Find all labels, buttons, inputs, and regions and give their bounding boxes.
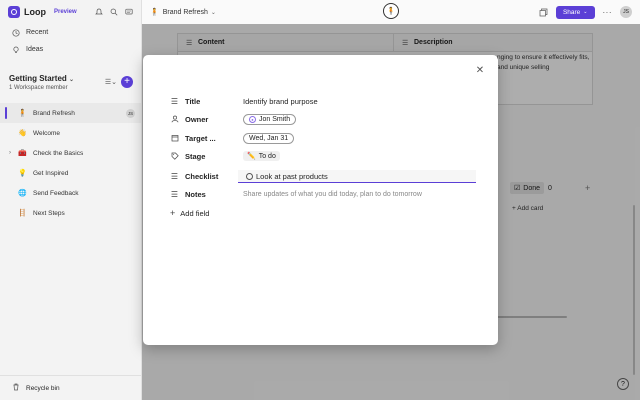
page-item-check-the-basics[interactable]: › 🧰 Check the Basics	[0, 143, 141, 163]
wave-icon: 👋	[18, 130, 27, 137]
target-date-value[interactable]: Wed, Jan 31	[243, 131, 295, 145]
stage-label: To do	[258, 152, 276, 160]
more-options-icon[interactable]: ···	[603, 8, 613, 17]
lightbulb-icon	[12, 46, 20, 54]
sidebar-header: Loop Preview	[0, 0, 141, 24]
collaborator-avatar[interactable]: 🧍	[383, 3, 399, 19]
calendar-icon	[170, 134, 179, 143]
page-label: Send Feedback	[33, 189, 79, 197]
checklist-input[interactable]: Look at past products	[238, 170, 476, 183]
nav-recent[interactable]: Recent	[0, 24, 141, 41]
person-icon: 🧍	[150, 9, 159, 16]
search-icon[interactable]	[110, 8, 118, 16]
title-value[interactable]: Identify brand purpose	[243, 94, 318, 108]
chevron-right-icon[interactable]: ›	[9, 150, 11, 156]
notes-input[interactable]: Share updates of what you did today, pla…	[243, 187, 422, 201]
page-list: 🧍 Brand Refresh JS 👋 Welcome › 🧰 Check t…	[0, 103, 141, 223]
text-lines-icon: ☰	[170, 96, 179, 106]
person-icon: 🧍	[18, 110, 27, 117]
field-label: Target ...	[185, 133, 216, 143]
task-card-dialog: ✕ ☰ Title Identify brand purpose Owner ●…	[143, 55, 498, 345]
owner-value[interactable]: ● Jon Smith	[243, 112, 297, 126]
workspace-header[interactable]: Getting Started ⌄ 1 Workspace member ☰⌄ …	[0, 74, 141, 91]
chevron-down-icon: ⌄	[69, 77, 75, 83]
field-label: Title	[185, 96, 201, 106]
add-field-button[interactable]: + Add field	[170, 208, 209, 218]
page-item-welcome[interactable]: 👋 Welcome	[0, 123, 141, 143]
page-item-send-feedback[interactable]: 🌐 Send Feedback	[0, 183, 141, 203]
field-label: Notes	[185, 189, 206, 199]
page-label: Brand Refresh	[33, 109, 75, 117]
breadcrumb[interactable]: 🧍 Brand Refresh ⌄	[150, 8, 216, 17]
date-chip[interactable]: Wed, Jan 31	[243, 132, 295, 144]
field-title: ☰ Title	[170, 94, 246, 108]
page-label: Next Steps	[33, 209, 65, 217]
bell-icon[interactable]	[95, 8, 103, 16]
field-label: Owner	[185, 114, 209, 124]
lightbulb-icon: 💡	[18, 170, 27, 177]
recycle-bin[interactable]: Recycle bin	[0, 375, 141, 400]
share-button[interactable]: Share ⌄	[555, 5, 595, 19]
ladder-icon: 🪜	[18, 210, 27, 217]
nav-recent-label: Recent	[26, 29, 49, 36]
checklist-item-text[interactable]: Look at past products	[256, 172, 328, 181]
page-label: Welcome	[33, 129, 60, 137]
page-item-get-inspired[interactable]: 💡 Get Inspired	[0, 163, 141, 183]
plus-icon: +	[170, 208, 176, 218]
owner-name: Jon Smith	[259, 115, 291, 123]
checkbox-circle-icon[interactable]	[246, 172, 253, 180]
page-item-brand-refresh[interactable]: 🧍 Brand Refresh JS	[0, 103, 141, 123]
globe-icon: 🌐	[18, 190, 27, 197]
page-label: Get Inspired	[33, 169, 69, 177]
owner-chip[interactable]: ● Jon Smith	[243, 113, 297, 125]
top-bar: 🧍 Brand Refresh ⌄ 🧍 Share ⌄ ··· JS	[142, 0, 640, 24]
field-stage: Stage	[170, 149, 246, 163]
stage-chip[interactable]: ✏️ To do	[243, 151, 280, 161]
text-lines-icon: ☰	[170, 189, 179, 199]
add-page-button[interactable]: +	[121, 76, 133, 88]
chevron-down-icon: ⌄	[210, 9, 216, 16]
close-icon[interactable]: ✕	[475, 65, 485, 76]
nav-ideas-label: Ideas	[26, 46, 44, 53]
chat-icon[interactable]	[125, 8, 133, 16]
breadcrumb-label: Brand Refresh	[162, 8, 208, 16]
trash-icon	[12, 383, 20, 393]
field-owner: Owner	[170, 112, 246, 126]
field-label: Checklist	[185, 171, 219, 181]
clock-icon	[12, 28, 20, 37]
person-icon	[170, 115, 179, 124]
field-checklist: ☰ Checklist	[170, 169, 246, 183]
tag-icon	[170, 152, 179, 161]
page-item-next-steps[interactable]: 🪜 Next Steps	[0, 203, 141, 223]
add-field-label: Add field	[180, 208, 210, 218]
user-avatar[interactable]: JS	[620, 6, 632, 18]
share-label: Share	[562, 8, 581, 16]
avatar: JS	[126, 108, 135, 118]
checklist-icon: ☰	[170, 171, 179, 181]
page-label: Check the Basics	[33, 149, 84, 157]
sort-icon[interactable]: ☰⌄	[105, 78, 117, 86]
copy-window-icon[interactable]	[539, 8, 548, 17]
loop-logo-icon	[8, 6, 20, 18]
preview-badge: Preview	[54, 9, 77, 15]
app-name: Loop	[24, 7, 46, 17]
stage-value[interactable]: ✏️ To do	[243, 149, 280, 163]
sidebar: Loop Preview Recent Ideas Getting Starte…	[0, 0, 142, 400]
field-label: Stage	[185, 151, 206, 161]
recycle-bin-label: Recycle bin	[26, 384, 60, 392]
person-pin-icon: ●	[249, 115, 256, 123]
chevron-down-icon: ⌄	[583, 9, 588, 15]
field-notes: ☰ Notes	[170, 187, 246, 201]
toolbox-icon: 🧰	[18, 150, 27, 157]
field-target-date: Target ...	[170, 131, 246, 145]
pencil-icon: ✏️	[247, 153, 256, 160]
nav-ideas[interactable]: Ideas	[0, 41, 141, 58]
